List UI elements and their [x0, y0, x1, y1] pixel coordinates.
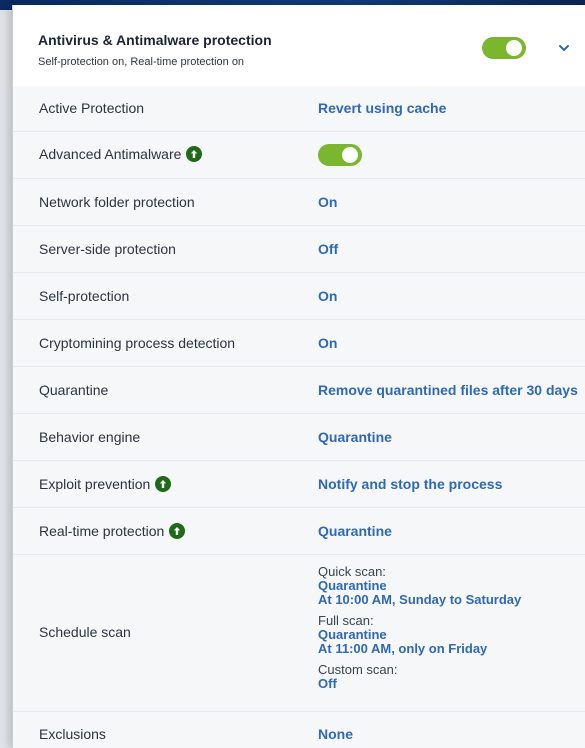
setting-label-wrapper: Advanced Antimalware: [39, 146, 203, 162]
setting-label: Self-protection: [39, 288, 130, 304]
real-time-protection-value[interactable]: Quarantine: [318, 523, 392, 539]
exploit-prevention-value[interactable]: Notify and stop the process: [318, 476, 502, 492]
full-scan-schedule: At 11:00 AM, only on Friday: [318, 641, 488, 656]
behavior-engine-value[interactable]: Quarantine: [318, 429, 392, 445]
schedule-scan-details[interactable]: Quick scan: Quarantine At 10:00 AM, Sund…: [318, 565, 578, 691]
row-cryptomining-detection[interactable]: Cryptomining process detection On: [13, 320, 585, 367]
settings-list: Active Protection Revert using cache Adv…: [13, 86, 585, 748]
protection-settings-panel: Antivirus & Antimalware protection Self-…: [12, 5, 585, 748]
setting-label: Advanced Antimalware: [39, 146, 182, 162]
setting-label: Schedule scan: [39, 624, 131, 640]
row-advanced-antimalware[interactable]: Advanced Antimalware: [13, 132, 585, 179]
setting-label: Exclusions: [39, 726, 106, 742]
active-protection-value[interactable]: Revert using cache: [318, 100, 446, 116]
quick-scan-schedule: At 10:00 AM, Sunday to Saturday: [318, 592, 522, 607]
chevron-down-icon[interactable]: [557, 41, 571, 55]
self-protection-value[interactable]: On: [318, 288, 337, 304]
row-self-protection[interactable]: Self-protection On: [13, 273, 585, 320]
antivirus-toggle[interactable]: [482, 37, 526, 59]
advanced-antimalware-toggle[interactable]: [318, 144, 362, 166]
quarantine-value[interactable]: Remove quarantined files after 30 days: [318, 382, 578, 398]
setting-label: Cryptomining process detection: [39, 335, 236, 351]
full-scan-label: Full scan:: [318, 613, 374, 628]
setting-label-wrapper: Real-time protection: [39, 523, 186, 539]
quick-scan-value: Quarantine: [318, 578, 387, 593]
setting-label: Exploit prevention: [39, 476, 151, 492]
network-folder-protection-value[interactable]: On: [318, 194, 337, 210]
row-quarantine[interactable]: Quarantine Remove quarantined files afte…: [13, 367, 585, 414]
antivirus-header: Antivirus & Antimalware protection Self-…: [13, 5, 585, 87]
upgrade-arrow-icon: [169, 523, 186, 539]
row-real-time-protection[interactable]: Real-time protection Quarantine: [13, 508, 585, 555]
row-behavior-engine[interactable]: Behavior engine Quarantine: [13, 414, 585, 461]
setting-label: Behavior engine: [39, 429, 141, 445]
setting-label: Real-time protection: [39, 523, 165, 539]
cryptomining-detection-value[interactable]: On: [318, 335, 337, 351]
toggle-knob: [506, 40, 522, 56]
row-exploit-prevention[interactable]: Exploit prevention Notify and stop the p…: [13, 461, 585, 508]
custom-scan-label: Custom scan:: [318, 662, 398, 677]
full-scan-value: Quarantine: [318, 627, 387, 642]
custom-scan-value: Off: [318, 676, 337, 691]
screen-root: Antivirus & Antimalware protection Self-…: [0, 0, 585, 748]
upgrade-arrow-icon: [155, 476, 172, 492]
row-schedule-scan[interactable]: Schedule scan Quick scan: Quarantine At …: [13, 555, 585, 712]
server-side-protection-value[interactable]: Off: [318, 241, 338, 257]
section-subtitle: Self-protection on, Real-time protection…: [38, 56, 245, 68]
row-exclusions[interactable]: Exclusions None: [13, 712, 585, 748]
setting-label: Server-side protection: [39, 241, 176, 257]
section-title: Antivirus & Antimalware protection: [38, 32, 272, 48]
row-network-folder-protection[interactable]: Network folder protection On: [13, 179, 585, 226]
exclusions-value[interactable]: None: [318, 726, 353, 742]
upgrade-arrow-icon: [186, 146, 203, 162]
toggle-knob: [342, 147, 358, 163]
setting-label: Network folder protection: [39, 194, 195, 210]
setting-label: Quarantine: [39, 382, 109, 398]
setting-label-wrapper: Exploit prevention: [39, 476, 172, 492]
quick-scan-label: Quick scan:: [318, 564, 386, 579]
setting-label: Active Protection: [39, 100, 145, 116]
row-active-protection[interactable]: Active Protection Revert using cache: [13, 86, 585, 132]
row-server-side-protection[interactable]: Server-side protection Off: [13, 226, 585, 273]
